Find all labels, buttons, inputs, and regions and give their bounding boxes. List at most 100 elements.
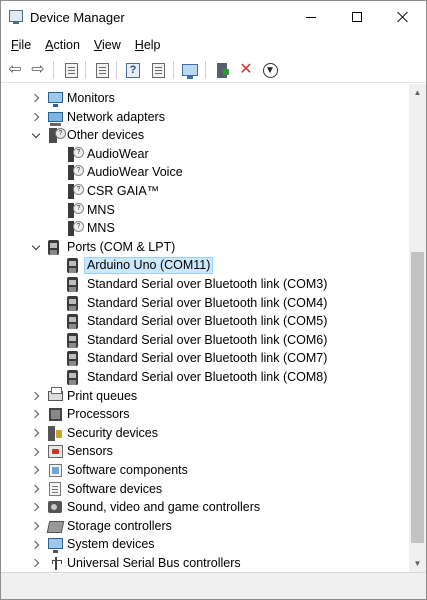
scroll-down-arrow-icon[interactable]: ▼ (409, 555, 426, 572)
tree-category-system-devices[interactable]: System devices (1, 535, 409, 554)
expand-chevron-icon[interactable] (30, 461, 42, 479)
expand-chevron-icon[interactable] (30, 405, 42, 423)
tree-category-processors[interactable]: Processors (1, 405, 409, 424)
menu-view[interactable]: View (94, 38, 121, 52)
network-adapter-icon (48, 111, 63, 126)
storage-controller-icon (46, 520, 65, 533)
tree-device-arduino-uno[interactable]: Arduino Uno (COM11) (1, 256, 409, 275)
tree-category-software-devices[interactable]: Software devices (1, 480, 409, 499)
menu-action[interactable]: Action (45, 38, 80, 52)
status-bar (1, 572, 426, 599)
print-queue-icon (48, 386, 63, 401)
port-icon (67, 258, 78, 274)
action-pane-button[interactable] (148, 60, 168, 80)
menu-help[interactable]: Help (135, 38, 161, 52)
tree-device-serial-com8[interactable]: Standard Serial over Bluetooth link (COM… (1, 368, 409, 387)
scan-hardware-icon (182, 64, 198, 79)
help-button[interactable]: ? (123, 60, 143, 80)
minimize-button[interactable] (288, 1, 334, 33)
expand-chevron-icon[interactable] (30, 517, 42, 535)
device-list-icon (95, 62, 109, 78)
port-icon (48, 239, 59, 255)
tree-device-csr-gaia[interactable]: CSR GAIA™ (1, 182, 409, 201)
expand-chevron-icon[interactable] (30, 498, 42, 516)
tree-item-label: Other devices (67, 128, 145, 143)
software-device-icon (49, 481, 61, 496)
tree-category-storage-controllers[interactable]: Storage controllers (1, 517, 409, 536)
close-icon (397, 11, 409, 23)
close-button[interactable] (380, 1, 426, 33)
tree-device-audiowear-voice[interactable]: AudioWear Voice (1, 163, 409, 182)
tree-item-label: AudioWear Voice (87, 165, 183, 180)
menu-view-rest: iew (102, 38, 121, 52)
tree-category-sensors[interactable]: Sensors (1, 442, 409, 461)
tree-item-label: Software devices (67, 481, 163, 496)
menu-action-mnemonic: A (45, 38, 54, 52)
toolbar: ⇦ ⇨ ? ✕ ▼ (1, 57, 426, 83)
tree-device-mns[interactable]: MNS (1, 201, 409, 220)
properties-button[interactable] (61, 60, 81, 80)
tree-category-print-queues[interactable]: Print queues (1, 386, 409, 406)
expand-chevron-icon[interactable] (30, 387, 42, 405)
tree-item-label: Universal Serial Bus controllers (67, 556, 241, 570)
tree-device-serial-com5[interactable]: Standard Serial over Bluetooth link (COM… (1, 312, 409, 331)
maximize-icon (352, 12, 362, 22)
tree-item-label: Security devices (67, 425, 159, 440)
resize-grip-icon[interactable] (411, 585, 421, 595)
forward-button[interactable]: ⇨ (28, 60, 48, 80)
expand-chevron-icon[interactable] (30, 89, 42, 107)
collapse-chevron-icon[interactable] (30, 126, 42, 144)
update-driver-button[interactable] (212, 60, 232, 80)
scroll-up-arrow-icon[interactable]: ▲ (409, 84, 426, 101)
device-tree[interactable]: Monitors Network adapters Other devices … (1, 84, 409, 572)
expand-chevron-icon[interactable] (30, 443, 42, 461)
maximize-button[interactable] (334, 1, 380, 33)
tree-item-label: Standard Serial over Bluetooth link (COM… (87, 314, 328, 329)
title-bar[interactable]: Device Manager (1, 1, 426, 33)
tree-device-audiowear[interactable]: AudioWear (1, 145, 409, 164)
port-icon (67, 351, 78, 367)
help-icon: ? (126, 62, 140, 78)
uninstall-device-button[interactable]: ✕ (236, 60, 256, 80)
toolbar-separator (53, 61, 54, 79)
tree-category-security-devices[interactable]: Security devices (1, 424, 409, 443)
menu-file[interactable]: File (11, 38, 31, 52)
expand-chevron-icon[interactable] (30, 536, 42, 554)
scrollbar-thumb[interactable] (411, 252, 424, 543)
monitor-icon (48, 92, 63, 107)
tree-category-usb-controllers[interactable]: Universal Serial Bus controllers (1, 554, 409, 572)
menu-bar: File Action View Help (1, 34, 426, 56)
tree-category-software-components[interactable]: Software components (1, 461, 409, 480)
tree-category-other-devices[interactable]: Other devices (1, 126, 409, 145)
tree-category-sound-video-game[interactable]: Sound, video and game controllers (1, 498, 409, 517)
other-devices-icon (49, 128, 66, 144)
collapse-chevron-icon[interactable] (30, 238, 42, 256)
tree-item-label: AudioWear (87, 146, 149, 161)
port-icon (67, 370, 78, 385)
tree-category-ports[interactable]: Ports (COM & LPT) (1, 238, 409, 257)
tree-device-serial-com3[interactable]: Standard Serial over Bluetooth link (COM… (1, 275, 409, 294)
tree-category-network-adapters[interactable]: Network adapters (1, 108, 409, 127)
menu-file-mnemonic: F (11, 38, 19, 52)
expand-chevron-icon[interactable] (30, 554, 42, 572)
back-button[interactable]: ⇦ (5, 60, 25, 80)
tree-item-label: Standard Serial over Bluetooth link (COM… (87, 277, 328, 291)
unknown-device-icon (68, 146, 84, 162)
download-button[interactable]: ▼ (260, 60, 280, 80)
tree-device-serial-com4[interactable]: Standard Serial over Bluetooth link (COM… (1, 294, 409, 313)
device-list-button[interactable] (92, 60, 112, 80)
vertical-scrollbar[interactable]: ▲ ▼ (409, 84, 426, 572)
tree-category-monitors[interactable]: Monitors (1, 89, 409, 108)
expand-chevron-icon[interactable] (30, 108, 42, 126)
device-manager-app-icon[interactable] (9, 10, 23, 24)
tree-device-serial-com6[interactable]: Standard Serial over Bluetooth link (COM… (1, 331, 409, 350)
expand-chevron-icon[interactable] (30, 424, 42, 442)
expand-chevron-icon[interactable] (30, 480, 42, 498)
scan-hardware-button[interactable] (180, 60, 200, 80)
tree-item-label: Storage controllers (67, 518, 172, 533)
toolbar-separator (173, 61, 174, 79)
tree-device-mns[interactable]: MNS (1, 219, 409, 238)
back-arrow-icon: ⇦ (8, 61, 22, 78)
tree-device-serial-com7[interactable]: Standard Serial over Bluetooth link (COM… (1, 349, 409, 368)
unknown-device-icon (68, 165, 84, 181)
